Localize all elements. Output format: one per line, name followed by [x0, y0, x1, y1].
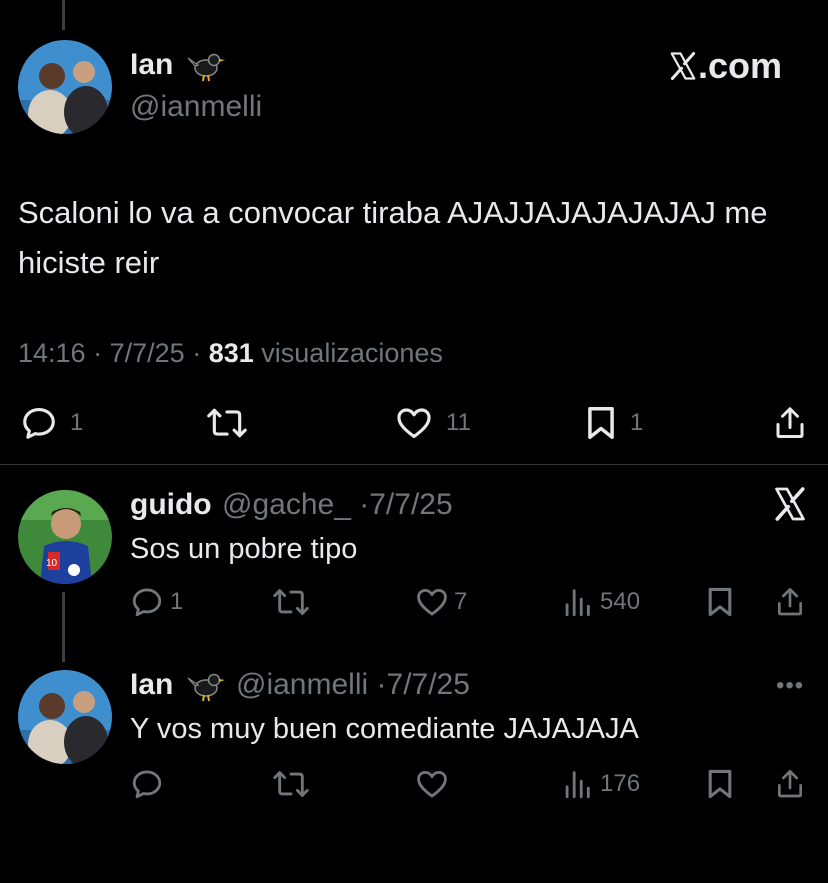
retweet-icon	[207, 408, 247, 438]
thread-line-reply	[62, 592, 65, 662]
avatar-ian[interactable]	[18, 40, 112, 134]
reply-date[interactable]: 7/7/25	[369, 488, 452, 521]
retweet-icon	[273, 589, 309, 615]
tweet-time[interactable]: 14:16	[18, 338, 86, 368]
reply-icon	[23, 407, 55, 439]
reply-author-name[interactable]: guido	[130, 488, 212, 522]
retweet-icon	[273, 771, 309, 797]
reply-handle[interactable]: @ianmelli	[236, 668, 368, 701]
share-button[interactable]	[774, 585, 806, 619]
thread-line-top	[62, 0, 65, 30]
views-count: 831	[208, 338, 254, 368]
bookmark-button[interactable]	[706, 767, 734, 801]
bookmark-count: 1	[630, 409, 644, 436]
share-icon	[778, 588, 802, 616]
reply-icon	[132, 588, 162, 617]
meta-separator: ·	[376, 668, 387, 701]
bookmark-icon	[708, 769, 732, 799]
avatar-guido[interactable]: 10	[18, 490, 112, 584]
meta-separator: ·	[359, 488, 370, 521]
reply-count: 1	[170, 588, 184, 615]
blackbird-icon	[186, 666, 226, 707]
reply-button[interactable]	[130, 767, 164, 801]
author-handle[interactable]: @ianmelli	[130, 90, 262, 124]
share-icon	[776, 407, 804, 438]
brand-text: .com	[698, 45, 783, 86]
views-icon	[565, 771, 590, 799]
views-icon	[565, 589, 590, 617]
bookmark-icon	[708, 587, 732, 617]
retweet-button[interactable]	[206, 404, 248, 442]
heart-icon	[417, 588, 447, 616]
share-button[interactable]	[772, 404, 808, 442]
tweet-text: Scaloni lo va a convocar tiraba AJAJJAJA…	[18, 195, 768, 280]
heart-icon	[397, 408, 431, 439]
heart-icon	[417, 770, 447, 798]
reply-text: Y vos muy buen comediante JAJAJAJA	[130, 713, 639, 745]
meta-separator: ·	[93, 338, 103, 368]
bookmark-button[interactable]: 1	[584, 404, 643, 442]
tweet-meta: 14:16 · 7/7/25 · 831 visualizaciones	[18, 336, 443, 370]
reply-meta: @gache_ ·7/7/25	[222, 488, 453, 522]
author-name[interactable]: Ian	[130, 48, 173, 82]
like-button[interactable]: 11	[394, 404, 471, 442]
x-logo-icon	[772, 486, 808, 527]
reply-button[interactable]: 1	[20, 404, 83, 442]
bookmark-button[interactable]	[706, 585, 734, 619]
like-button[interactable]: 7	[414, 585, 467, 619]
reply-author-name[interactable]: Ian	[130, 668, 173, 702]
x-logo-icon	[670, 52, 696, 80]
like-count: 7	[454, 588, 468, 615]
reply-date[interactable]: 7/7/25	[387, 668, 470, 701]
views-label: visualizaciones	[261, 338, 443, 368]
reply-meta: @ianmelli ·7/7/25	[236, 668, 470, 702]
divider	[0, 464, 828, 465]
reply-count: 1	[70, 409, 84, 436]
avatar-ian[interactable]	[18, 670, 112, 764]
reply-button[interactable]: 1	[130, 585, 183, 619]
reply-handle[interactable]: @gache_	[222, 488, 351, 521]
share-button[interactable]	[774, 767, 806, 801]
svg-text:10: 10	[46, 558, 58, 569]
bookmark-icon	[588, 407, 614, 439]
views-count: 176	[600, 770, 641, 797]
more-icon[interactable]: •••	[776, 674, 804, 698]
views-button[interactable]: 540	[562, 585, 640, 619]
blackbird-icon	[186, 46, 226, 87]
brand-label: .com	[668, 44, 782, 88]
reply-icon	[132, 770, 162, 799]
meta-separator: ·	[192, 338, 202, 368]
retweet-button[interactable]	[272, 767, 310, 801]
views-button[interactable]: 176	[562, 767, 640, 801]
retweet-button[interactable]	[272, 585, 310, 619]
like-button[interactable]	[414, 767, 450, 801]
tweet-date[interactable]: 7/7/25	[110, 338, 185, 368]
like-count: 11	[446, 409, 471, 436]
views-count: 540	[600, 588, 641, 615]
share-icon	[778, 770, 802, 798]
reply-text: Sos un pobre tipo	[130, 533, 358, 565]
